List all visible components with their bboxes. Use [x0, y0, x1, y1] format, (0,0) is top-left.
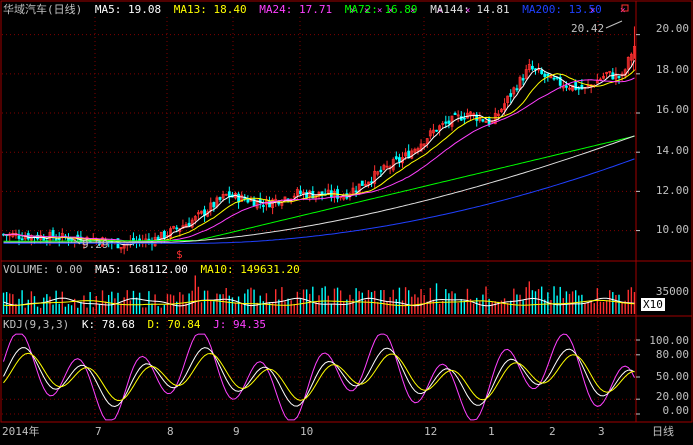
candle-body [394, 156, 398, 160]
candle-body [360, 180, 364, 186]
time-label-7: 7 [95, 425, 102, 438]
candle-body [540, 69, 544, 75]
kdj-header: KDJ(9,3,3) K: 78.68 D: 70.84 J: 94.35 [3, 318, 272, 331]
candle-body [543, 73, 547, 78]
kdj-tick-80: 80.00 [655, 348, 689, 361]
candle-body [175, 227, 179, 230]
kdj-tick-0: 0.00 [662, 404, 690, 417]
candle-body [530, 65, 534, 70]
ma24-label: MA24: 17.71 [259, 3, 333, 16]
candle-body [515, 88, 519, 91]
candle-body [218, 197, 222, 200]
low-price-label: 9.29 [82, 238, 109, 251]
price-tick-16: 16.00 [655, 103, 689, 116]
outer-frame [0, 0, 693, 423]
candle-body [546, 73, 550, 77]
candle-body [453, 112, 457, 116]
volume-ma5-label: MA5: 168112.00 [95, 263, 188, 276]
candle-body [187, 222, 191, 227]
candle-body [398, 157, 401, 162]
candle-body [299, 190, 302, 195]
time-label-12: 12 [424, 425, 438, 438]
kdj-title: KDJ(9,3,3) [3, 318, 70, 331]
chart-canvas[interactable]: × × × × × × × × ×$ [0, 0, 693, 442]
candle-body [447, 120, 451, 124]
time-label-2: 2 [549, 425, 556, 438]
price-tick-14: 14.00 [655, 144, 689, 157]
candle-body [17, 235, 21, 239]
kdj-tick-50: 50.00 [655, 370, 689, 383]
ma200-label: MA200: 13.50 [522, 3, 602, 16]
price-header: 华域汽车(日线) MA5: 19.08 MA13: 18.40 MA24: 17… [3, 3, 608, 16]
volume-label: VOLUME: 0.00 [3, 263, 83, 276]
candle-body [212, 202, 216, 208]
price-tick-12: 12.00 [655, 184, 689, 197]
kdj-tick-100: 100.00 [649, 334, 689, 347]
candle-body [379, 169, 383, 173]
candle-body [237, 193, 240, 203]
candle-body [509, 93, 513, 97]
time-label-8: 8 [167, 425, 174, 438]
high-arrow [605, 20, 623, 29]
candle-body [162, 230, 166, 239]
candle-body [261, 205, 265, 207]
candle-body [444, 121, 448, 124]
candle-body [565, 85, 568, 88]
candle-body [54, 238, 58, 241]
candle-body [354, 190, 358, 193]
candle-body [246, 198, 250, 203]
kdj-k-label: K: 78.68 [81, 318, 135, 331]
time-label-9: 9 [233, 425, 240, 438]
ma5-label: MA5: 19.08 [94, 3, 162, 16]
buy-signal-marker: $ [176, 248, 183, 261]
volume-unit-badge: X10 [641, 298, 665, 311]
kdj-tick-20: 20.00 [655, 390, 689, 403]
candle-body [147, 238, 151, 241]
candle-body [462, 117, 466, 120]
candle-body [487, 118, 491, 125]
volume-scale-label: 35000 [655, 285, 689, 298]
kdj-j-label: J: 94.35 [213, 318, 267, 331]
candle-body [577, 87, 581, 90]
time-label-3: 3 [598, 425, 605, 438]
candle-body [552, 77, 556, 80]
ma72-label: MA72: 16.89 [344, 3, 418, 16]
stock-chart-window[interactable]: × × × × × × × × × $ 华域汽车(日线) MA5: 19.08 MA13: 18.… [0, 0, 693, 442]
time-label-2014: 2014年 [2, 425, 40, 438]
price-tick-18: 18.00 [655, 63, 689, 76]
kdj-d-label: D: 70.84 [147, 318, 201, 331]
candle-body [20, 238, 24, 241]
candle-body [617, 76, 621, 79]
ma144-label: MA144: 14.81 [430, 3, 510, 16]
price-tick-10: 10.00 [655, 223, 689, 236]
volume-header: VOLUME: 0.00 MA5: 168112.00 MA10: 149631… [3, 263, 306, 276]
time-label-1: 1 [488, 425, 495, 438]
candle-body [481, 119, 485, 122]
high-price-label: 20.42 [571, 22, 605, 35]
stock-name: 华域汽车(日线) [3, 3, 83, 16]
ma13-label: MA13: 18.40 [173, 3, 247, 16]
candle-body [574, 82, 578, 90]
ma13-line [3, 69, 635, 244]
price-tick-20: 20.00 [655, 22, 689, 35]
volume-ma10-label: MA10: 149631.20 [200, 263, 300, 276]
period-tab[interactable]: 日线 [652, 425, 674, 438]
candle-body [435, 129, 438, 132]
time-label-10: 10 [300, 425, 314, 438]
candle-body [521, 78, 525, 81]
ma24-line [3, 77, 635, 243]
